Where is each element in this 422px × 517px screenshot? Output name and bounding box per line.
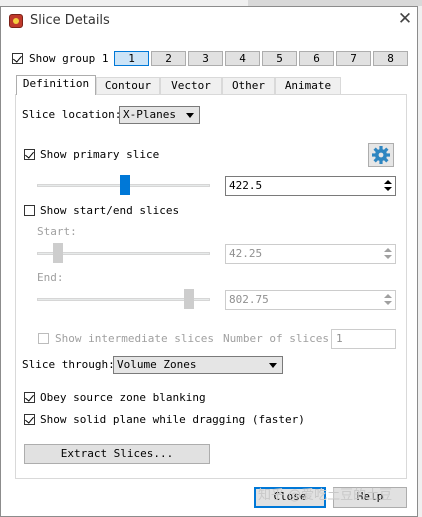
close-icon[interactable]: ✕	[396, 9, 414, 29]
spin-arrows[interactable]	[382, 246, 394, 262]
primary-slice-slider-thumb[interactable]	[120, 175, 131, 195]
show-primary-slice-label: Show primary slice	[40, 148, 160, 161]
start-slider-thumb[interactable]	[53, 243, 64, 263]
group-button-3[interactable]: 3	[188, 51, 223, 66]
obey-blanking-checkbox[interactable]	[24, 392, 35, 403]
slice-location-label: Slice location:	[22, 108, 122, 121]
end-value-input[interactable]: 802.75	[225, 290, 396, 310]
group-button-2[interactable]: 2	[151, 51, 186, 66]
slice-through-label: Slice through:	[22, 358, 115, 371]
show-group-label: Show group 1	[29, 52, 109, 65]
tab-other[interactable]: Other	[222, 77, 275, 94]
group-button-8[interactable]: 8	[373, 51, 408, 66]
chevron-down-icon	[186, 113, 194, 118]
solid-plane-checkbox[interactable]	[24, 414, 35, 425]
show-intermediate-label: Show intermediate slices	[55, 332, 214, 345]
primary-slice-value-input[interactable]: 422.5	[225, 176, 396, 196]
group-button-4[interactable]: 4	[225, 51, 260, 66]
tab-contour[interactable]: Contour	[96, 77, 160, 94]
end-label: End:	[37, 271, 64, 284]
slice-location-select[interactable]: X-Planes	[119, 106, 200, 124]
window-title: Slice Details	[30, 13, 110, 28]
number-of-slices-input[interactable]: 1	[331, 329, 396, 349]
solid-plane-label: Show solid plane while dragging (faster)	[40, 413, 305, 426]
obey-blanking-label: Obey source zone blanking	[40, 391, 206, 404]
spin-down-icon[interactable]	[384, 301, 392, 305]
start-value: 42.25	[229, 247, 263, 260]
spin-up-icon[interactable]	[384, 180, 392, 184]
tab-animate[interactable]: Animate	[275, 77, 341, 94]
tab-vector[interactable]: Vector	[160, 77, 222, 94]
tab-definition[interactable]: Definition	[16, 75, 96, 95]
show-group-checkbox[interactable]	[12, 53, 23, 64]
spin-arrows[interactable]	[382, 178, 394, 194]
spin-arrows[interactable]	[382, 292, 394, 308]
show-intermediate-checkbox[interactable]	[38, 333, 49, 344]
show-primary-slice-checkbox[interactable]	[24, 149, 35, 160]
start-label: Start:	[37, 225, 77, 238]
show-start-end-checkbox[interactable]	[24, 205, 35, 216]
gear-icon	[372, 146, 390, 164]
show-start-end-label: Show start/end slices	[40, 204, 180, 217]
extract-slices-button[interactable]: Extract Slices...	[24, 444, 210, 464]
spin-up-icon[interactable]	[384, 294, 392, 298]
app-icon	[9, 14, 23, 28]
slice-through-select[interactable]: Volume Zones	[113, 356, 283, 374]
slice-through-value: Volume Zones	[117, 358, 197, 371]
chevron-down-icon	[269, 363, 277, 368]
start-value-input[interactable]: 42.25	[225, 244, 396, 264]
group-button-1[interactable]: 1	[114, 51, 149, 66]
group-button-6[interactable]: 6	[299, 51, 334, 66]
spin-up-icon[interactable]	[384, 248, 392, 252]
end-slider-thumb[interactable]	[183, 289, 194, 309]
number-of-slices-label: Number of slices:	[223, 332, 336, 345]
slice-location-value: X-Planes	[123, 108, 176, 121]
spin-down-icon[interactable]	[384, 255, 392, 259]
group-button-7[interactable]: 7	[336, 51, 371, 66]
group-button-5[interactable]: 5	[262, 51, 297, 66]
primary-slice-value: 422.5	[229, 179, 263, 192]
end-value: 802.75	[229, 293, 269, 306]
gear-button[interactable]	[368, 143, 394, 167]
spin-down-icon[interactable]	[384, 187, 392, 191]
watermark: 知乎 @爱吃土豆的土豆	[258, 488, 393, 503]
